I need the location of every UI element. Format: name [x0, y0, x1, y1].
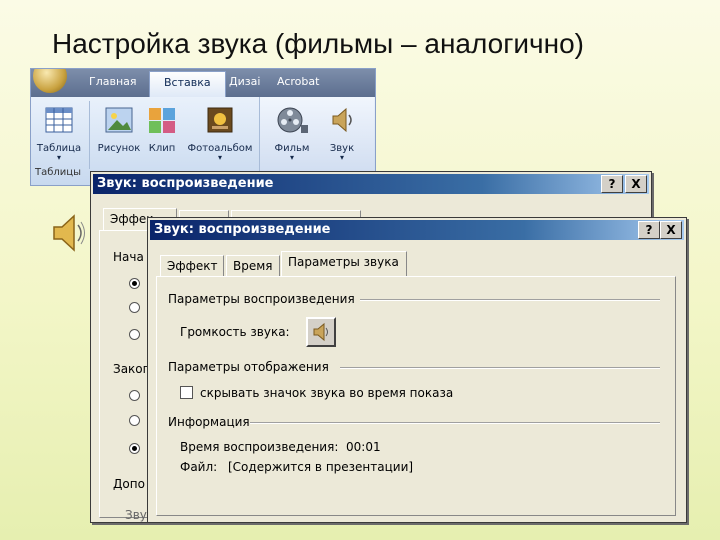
picture-button[interactable]: Рисунок [93, 103, 145, 154]
media-clips-group: Фильм ▾ Звук ▾ [259, 97, 374, 177]
tab-insert[interactable]: Вставка [149, 71, 226, 97]
chevron-down-icon: ▾ [339, 153, 344, 162]
volume-button[interactable] [306, 317, 336, 347]
clip-art-icon [149, 108, 175, 133]
clip-label: Клип [148, 143, 176, 154]
file-value: [Содержится в презентации] [228, 460, 414, 474]
ribbon-separator [89, 101, 90, 169]
movie-button[interactable]: Фильм ▾ [266, 103, 318, 162]
speaker-icon [332, 107, 352, 133]
label-end: Заког [113, 362, 149, 376]
tab-effect[interactable]: Эффект [160, 255, 224, 276]
speaker-icon [313, 322, 328, 342]
radio-end-3[interactable] [129, 443, 140, 454]
label-extra: Допо [113, 477, 145, 491]
tab-sound-params[interactable]: Параметры звука [281, 251, 407, 277]
slide-title: Настройка звука (фильмы – аналогично) [52, 28, 584, 59]
section-display: Параметры отображения [168, 360, 329, 374]
divider [340, 367, 660, 369]
close-button[interactable]: X [625, 175, 647, 193]
chevron-down-icon: ▾ [217, 153, 222, 162]
chevron-down-icon: ▾ [56, 153, 61, 162]
tab-acrobat[interactable]: Acrobat [277, 75, 319, 88]
photo-album-icon [207, 107, 233, 133]
divider [250, 422, 660, 424]
radio-start-3[interactable] [129, 329, 140, 340]
ribbon: Главная Вставка Дизаі Acrobat Таблица ▾ … [30, 68, 376, 186]
film-reel-icon [277, 107, 308, 133]
help-button[interactable]: ? [601, 175, 623, 193]
clip-button[interactable]: Клип [141, 103, 183, 154]
volume-label: Громкость звука: [180, 325, 290, 339]
section-info: Информация [168, 415, 250, 429]
close-button[interactable]: X [660, 221, 682, 239]
radio-start-1[interactable] [129, 278, 140, 289]
office-button[interactable] [33, 69, 67, 93]
dialog-title: Звук: воспроизведение [97, 176, 274, 191]
hide-icon-label: скрывать значок звука во время показа [200, 386, 454, 400]
dialog-title-bar: Звук: воспроизведение [150, 220, 684, 240]
radio-end-2[interactable] [129, 415, 140, 426]
help-button[interactable]: ? [638, 221, 660, 239]
slide-sound-icon[interactable] [50, 213, 86, 253]
chevron-down-icon: ▾ [289, 153, 294, 162]
divider [360, 299, 660, 301]
dialog-title-bar: Звук: воспроизведение [93, 174, 649, 194]
ribbon-tab-bar: Главная Вставка Дизаі Acrobat [31, 69, 375, 97]
picture-label: Рисунок [97, 143, 141, 154]
radio-start-2[interactable] [129, 302, 140, 313]
sound-button[interactable]: Звук ▾ [316, 103, 368, 162]
tab-time[interactable]: Время [226, 255, 280, 276]
section-playback: Параметры воспроизведения [168, 292, 355, 306]
label-start: Нача [113, 250, 144, 264]
hide-icon-checkbox[interactable] [180, 386, 193, 399]
duration-value: 00:01 [346, 440, 381, 454]
radio-end-1[interactable] [129, 390, 140, 401]
group-label-tables: Таблицы [35, 167, 81, 178]
table-button[interactable]: Таблица ▾ [33, 103, 85, 162]
table-icon [45, 107, 73, 133]
tab-design[interactable]: Дизаі [229, 75, 260, 88]
sound-dialog-front: Звук: воспроизведение ? X Эффект Время П… [147, 217, 687, 523]
picture-icon [105, 107, 133, 133]
file-label: Файл: [180, 460, 218, 474]
duration-label: Время воспроизведения: [180, 440, 339, 454]
photo-album-button[interactable]: Фотоальбом ▾ [185, 103, 255, 162]
tab-home[interactable]: Главная [89, 75, 137, 88]
dialog-title: Звук: воспроизведение [154, 222, 331, 237]
